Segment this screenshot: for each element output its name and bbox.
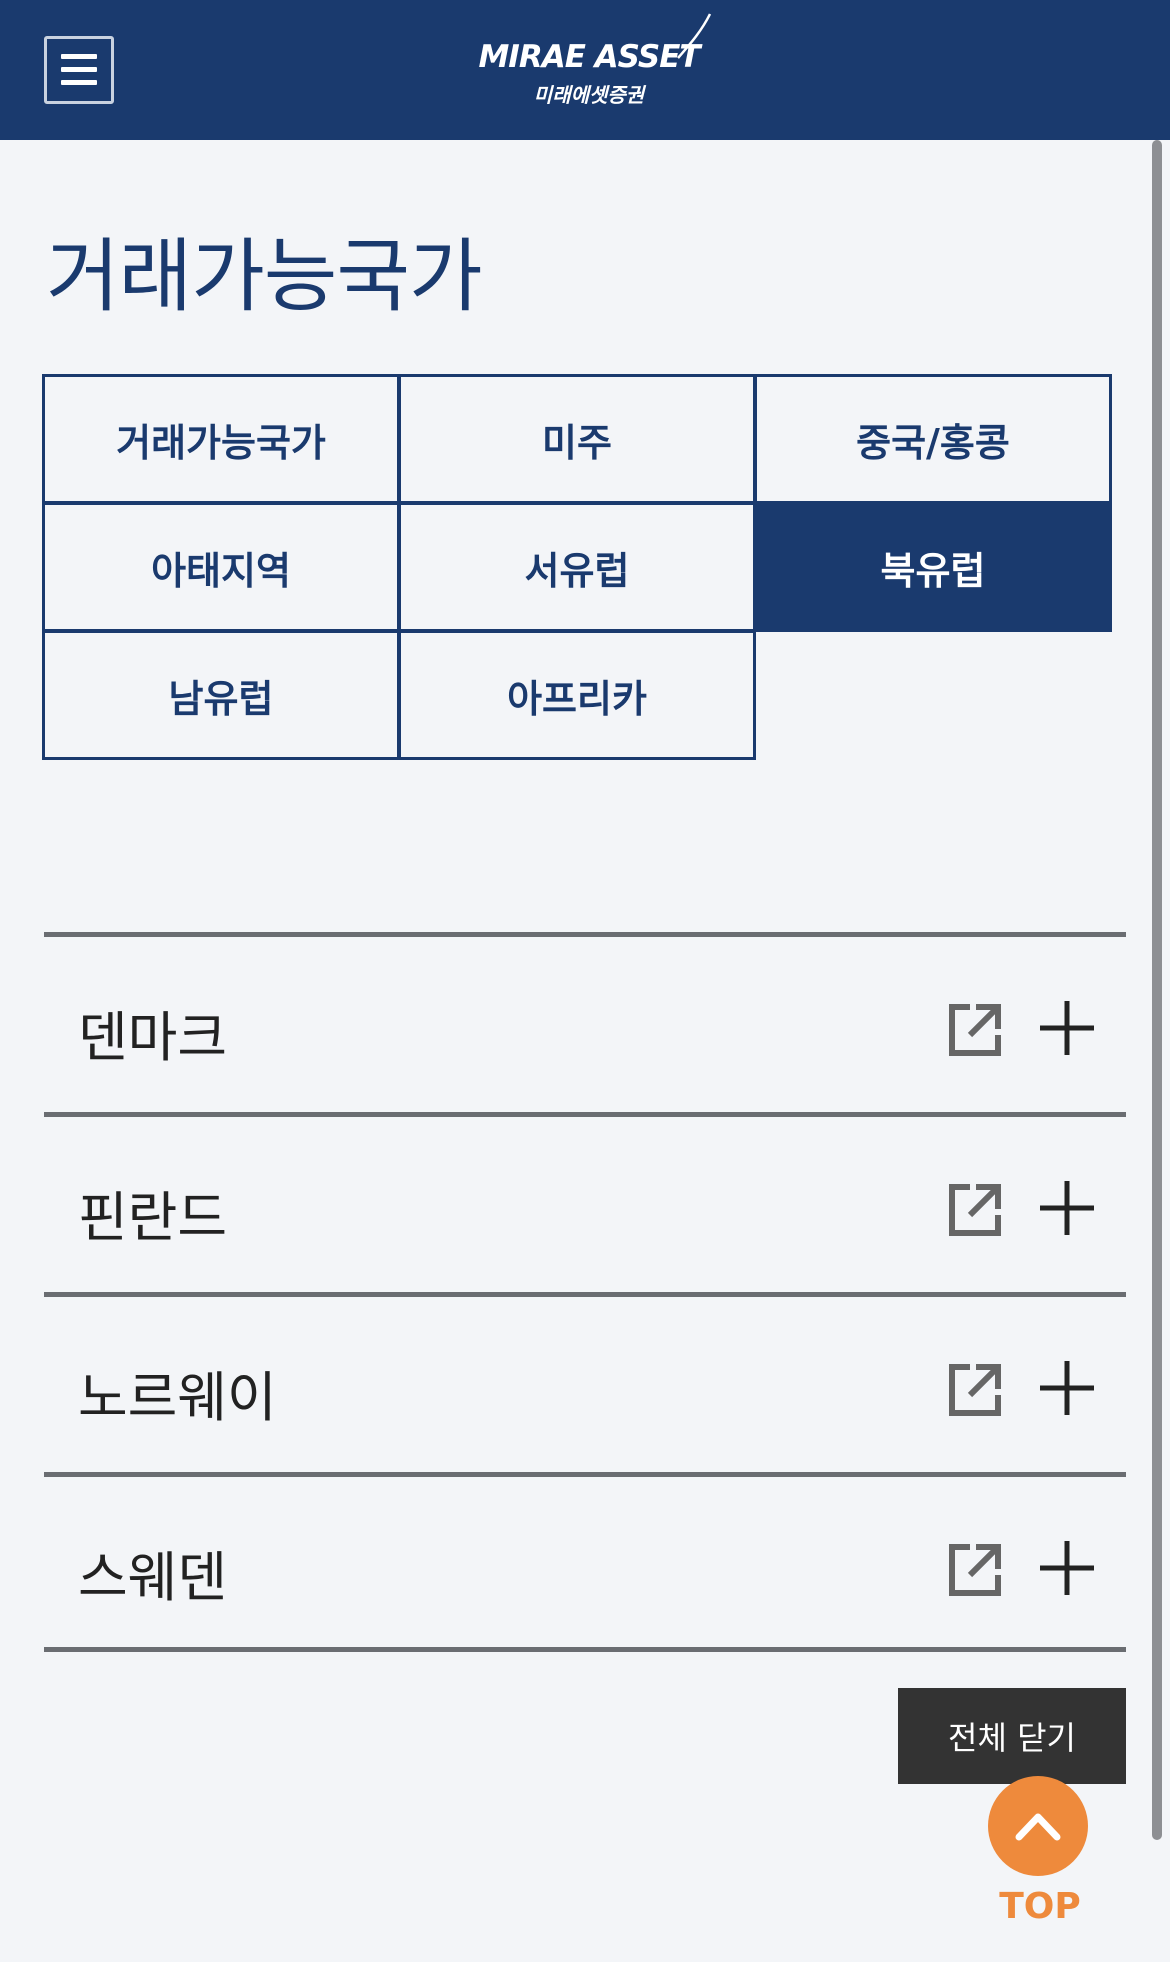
logo-swoosh-icon [677, 13, 712, 59]
country-name: 덴마크 [78, 1006, 228, 1069]
hamburger-icon [61, 54, 97, 86]
plus-icon[interactable] [1038, 999, 1096, 1057]
country-name: 스웨덴 [78, 1546, 228, 1609]
accordion-row-norway[interactable]: 노르웨이 [44, 1292, 1126, 1472]
scroll-top-label[interactable]: TOP [990, 1886, 1090, 1927]
tab-southern-europe[interactable]: 남유럽 [42, 630, 400, 760]
header-bar: MIRAE ASSET 미래에셋증권 [0, 0, 1170, 140]
close-all-button[interactable]: 전체 닫기 [898, 1688, 1126, 1784]
plus-icon[interactable] [1038, 1539, 1096, 1597]
external-link-icon[interactable] [946, 1001, 1004, 1059]
plus-icon[interactable] [1038, 1359, 1096, 1417]
country-name: 노르웨이 [78, 1366, 277, 1429]
brand-logo[interactable]: MIRAE ASSET 미래에셋증권 [454, 13, 724, 112]
tab-africa[interactable]: 아프리카 [398, 630, 756, 760]
country-name: 핀란드 [78, 1186, 228, 1249]
tab-western-europe[interactable]: 서유럽 [398, 502, 756, 632]
accordion-row-finland[interactable]: 핀란드 [44, 1112, 1126, 1292]
logo-text-ko: 미래에셋증권 [533, 83, 645, 107]
external-link-icon[interactable] [946, 1541, 1004, 1599]
accordion-row-sweden[interactable]: 스웨덴 [44, 1472, 1126, 1652]
tab-tradable-countries[interactable]: 거래가능국가 [42, 374, 400, 504]
tab-asia-pacific[interactable]: 아태지역 [42, 502, 400, 632]
accordion-row-denmark[interactable]: 덴마크 [44, 932, 1126, 1112]
menu-button[interactable] [44, 36, 114, 104]
scroll-top-button[interactable] [988, 1776, 1088, 1876]
page-title: 거래가능국가 [46, 230, 483, 323]
scrollbar[interactable] [1152, 140, 1162, 1840]
chevron-up-icon [1015, 1813, 1061, 1841]
external-link-icon[interactable] [946, 1181, 1004, 1239]
tab-china-hongkong[interactable]: 중국/홍콩 [754, 374, 1112, 504]
country-accordion-list: 덴마크 핀란드 노르웨이 스웨덴 [44, 932, 1126, 1652]
tab-americas[interactable]: 미주 [398, 374, 756, 504]
tab-northern-europe[interactable]: 북유럽 [754, 502, 1112, 632]
external-link-icon[interactable] [946, 1361, 1004, 1419]
plus-icon[interactable] [1038, 1179, 1096, 1237]
